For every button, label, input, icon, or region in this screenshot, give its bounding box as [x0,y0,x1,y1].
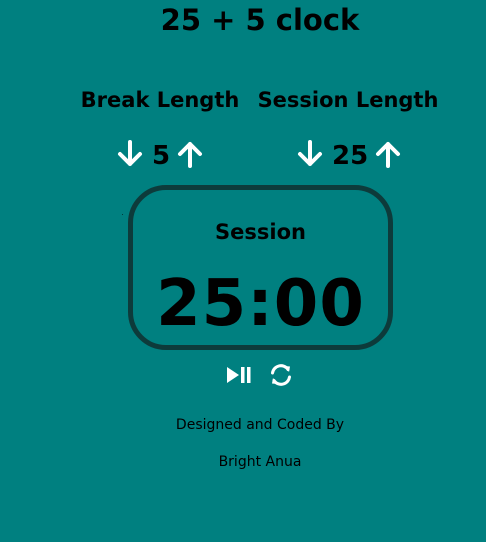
start-stop-button[interactable] [224,362,254,388]
decorative-dot [122,214,123,215]
arrow-down-icon [118,140,142,166]
arrow-up-icon [178,142,203,168]
refresh-icon [271,364,291,386]
play-pause-icon [227,367,251,383]
time-left-display: 25:00 [156,267,365,341]
timer-panel: Session 25:00 [128,185,393,350]
break-length-value: 5 [152,141,171,171]
break-increment-button[interactable] [176,139,204,169]
timer-controls [224,362,308,388]
session-length-value: 25 [332,141,369,171]
credit-designed-by: Designed and Coded By [175,417,345,433]
session-length-controls: 25 [296,136,402,172]
session-increment-button[interactable] [374,139,402,169]
reset-button[interactable] [266,362,296,388]
arrow-up-icon [376,142,401,168]
arrow-down-icon [298,140,322,166]
session-length-label: Session Length [257,88,439,112]
break-length-label: Break Length [80,88,240,112]
break-length-controls: 5 [116,136,204,172]
timer-label: Session [215,220,306,244]
credit-author-name: Bright Anua [218,454,302,470]
app-title: 25 + 5 clock [160,3,360,37]
session-decrement-button[interactable] [296,139,324,169]
break-decrement-button[interactable] [116,139,144,169]
